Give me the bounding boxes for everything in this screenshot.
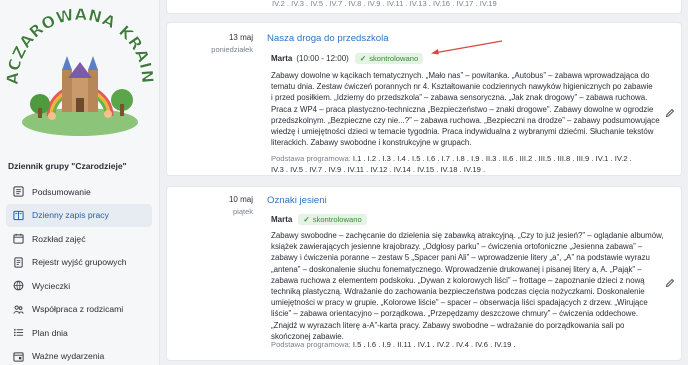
sidebar-item-label: Rozkład zajęć [32, 233, 86, 244]
sidebar-item-label: Wycieczki [32, 280, 71, 291]
description-line: umiejętności w pracy w grupie. „Kolorowe… [271, 298, 648, 308]
entry-teacher-line: Marta (10:00 - 12:00) ✓ skontrolowano [271, 53, 424, 64]
sidebar-item-label: Podsumowanie [32, 186, 91, 197]
entry-description: Zabawy dowolne w kącikach tematycznych. … [271, 70, 660, 148]
description-line: techniką plastyczną. Wdrażanie do zachow… [271, 287, 645, 297]
entry-weekday: poniedziałek [211, 45, 253, 54]
basis-codes: I.5 . I.6 . I.9 . II.11 . IV.1 . IV.2 . … [352, 340, 516, 349]
description-line: przedszkolnym. „Bezpieczne czy nie...?” … [271, 115, 660, 125]
previous-entry-basis: IV.2 . IV.3 . IV.5 . IV.7 . IV.8 . IV.9 … [272, 0, 497, 8]
sidebar-item-trips[interactable]: Wycieczki [6, 274, 152, 298]
description-line: wiedzę i umiejętności dzieci w temacie t… [271, 127, 654, 137]
pencil-icon [665, 278, 675, 288]
entry-teacher-line: Marta ✓ skontrolowano [271, 214, 367, 225]
entry-time: (10:00 - 12:00) [296, 54, 349, 63]
status-badge: ✓ skontrolowano [298, 214, 367, 225]
sidebar-item-day-plan[interactable]: Plan dnia [6, 321, 152, 345]
entry-description: Zabawy swobodne – zachęcanie do dzieleni… [271, 230, 664, 342]
sidebar-item-parents[interactable]: Współpraca z rodzicami [6, 298, 152, 322]
journal-entry: 13 maj poniedziałek Nasza droga do przed… [166, 22, 682, 176]
description-line: książek zawierających jesienne krajobraz… [271, 242, 643, 252]
sidebar-item-label: Ważne wydarzenia [32, 351, 105, 362]
trip-icon [12, 280, 24, 292]
group-title: Dziennik grupy "Czarodzieje" [8, 161, 127, 171]
basis-label: Podstawa programowa: [271, 154, 351, 163]
basis-label: Podstawa programowa: [271, 340, 351, 349]
entry-day: 10 maj [228, 195, 253, 204]
description-line: zabawa ruchowa z elementem podskoku. „Dy… [271, 275, 645, 285]
status-text: skontrolowano [369, 54, 419, 63]
entry-weekday: piątek [232, 207, 253, 216]
previous-entry-card: IV.2 . IV.3 . IV.5 . IV.7 . IV.8 . IV.9 … [166, 0, 682, 14]
entry-day: 13 maj [228, 33, 253, 42]
calendar-icon [12, 233, 24, 245]
sidebar-item-schedule[interactable]: Rozkład zajęć [6, 227, 152, 251]
description-line: Praca z WP4 – praca plastyczno-techniczn… [271, 104, 654, 114]
description-line: tematu dnia. Zestaw ćwiczeń porannych nr… [271, 82, 653, 92]
sidebar-item-label: Współpraca z rodzicami [32, 304, 124, 315]
status-text: skontrolowano [312, 215, 362, 224]
description-line: zabawy i ćwiczenia poranne – zestaw 5 „S… [271, 253, 650, 263]
check-icon: ✓ [303, 215, 310, 224]
pencil-icon [665, 108, 675, 118]
register-icon [12, 256, 24, 268]
entry-title[interactable]: Nasza droga do przedszkola [267, 33, 389, 44]
description-line: „antena” – doskonalenie słuchu fonematyc… [271, 264, 642, 274]
event-icon [12, 350, 24, 362]
sidebar: ZACZAROWANA KRAINA Dziennik grupy "Czaro… [0, 0, 160, 365]
sidebar-item-events[interactable]: Ważne wydarzenia [6, 345, 152, 365]
sidebar-item-label: Rejestr wyjść grupowych [32, 257, 127, 268]
curriculum-basis: Podstawa programowa: I.1 . I.2 . I.3 . I… [271, 153, 632, 175]
sidebar-item-label: Dzienny zapis pracy [32, 210, 109, 221]
description-line: Zabawy dowolne w kącikach tematycznych. … [271, 71, 650, 80]
sidebar-item-label: Plan dnia [32, 327, 68, 338]
journal-entry: 10 maj piątek Oznaki jesieni Marta ✓ sko… [166, 186, 682, 361]
curriculum-basis: Podstawa programowa: I.5 . I.6 . I.9 . I… [271, 339, 516, 350]
edit-entry-button[interactable] [665, 105, 677, 118]
sidebar-nav: Podsumowanie Dzienny zapis pracy Rozkład… [6, 180, 152, 365]
teacher-name: Marta [271, 215, 293, 224]
kindergarten-logo[interactable]: ZACZAROWANA KRAINA [0, 0, 157, 144]
sidebar-item-summary[interactable]: Podsumowanie [6, 180, 152, 204]
sidebar-item-daily-journal[interactable]: Dzienny zapis pracy [6, 203, 152, 227]
journal-icon [12, 209, 24, 221]
status-badge: ✓ skontrolowano [354, 53, 424, 64]
check-icon: ✓ [359, 54, 367, 63]
description-line: literackich. Zabawy swobodne i konstrukc… [271, 138, 472, 148]
description-line: i przed posiłkiem. „Idziemy do przedszko… [271, 93, 648, 103]
basis-codes: IV.3 . IV.5 . IV.7 . IV.9 . IV.11 . IV.1… [271, 165, 486, 175]
parents-icon [12, 303, 24, 315]
sidebar-item-group-exits[interactable]: Rejestr wyjść grupowych [6, 251, 152, 275]
entry-title[interactable]: Oznaki jesieni [267, 195, 327, 206]
description-line: Zabawy swobodne – zachęcanie do dzieleni… [271, 231, 664, 240]
basis-codes: I.1 . I.2 . I.3 . I.4 . I.5 . I.6 . I.7 … [352, 154, 632, 163]
list-icon [12, 327, 24, 339]
edit-entry-button[interactable] [665, 275, 677, 288]
annotation-arrow [431, 40, 503, 55]
main-content: IV.2 . IV.3 . IV.5 . IV.7 . IV.8 . IV.9 … [160, 0, 688, 365]
teacher-name: Marta [271, 54, 293, 63]
summary-icon [12, 186, 24, 198]
description-line: „Znajdź w wyrazach literę a-A”-karta pra… [271, 320, 625, 330]
description-line: liście” – zabawa orientacyjno – porządko… [271, 309, 639, 319]
